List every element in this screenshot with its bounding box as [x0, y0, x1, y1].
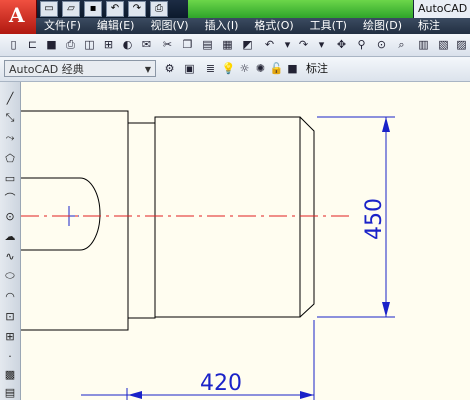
- zoom-window-icon[interactable]: ⊙: [374, 37, 389, 52]
- workspace-layer-toolbar: AutoCAD 经典 ▼ ⚙ ▣ ≣ 💡 ☼ ✺ 🔓 ■ 标注: [0, 57, 470, 82]
- layer-freeze-sun-icon[interactable]: ☼: [237, 61, 252, 76]
- autocad-logo: A: [9, 3, 25, 27]
- layer-color-swatch-icon[interactable]: ■: [285, 61, 300, 76]
- undo-icon[interactable]: ↶: [262, 37, 277, 52]
- new-file-icon[interactable]: ▭: [40, 1, 58, 17]
- menu-insert[interactable]: 插入(I): [197, 18, 247, 34]
- arc-icon[interactable]: ⌒: [2, 190, 18, 206]
- shaft-collar: [127, 122, 156, 319]
- block-editor-icon[interactable]: ◩: [240, 37, 255, 52]
- dim-text-horizontal[interactable]: 420: [200, 371, 242, 396]
- etransmit-icon[interactable]: ✉: [139, 37, 154, 52]
- workspace-settings-icon[interactable]: ⚙: [162, 61, 177, 76]
- new-icon[interactable]: ▯: [6, 37, 21, 52]
- menu-tools[interactable]: 工具(T): [302, 18, 355, 34]
- design-center-icon[interactable]: ▧: [436, 37, 451, 52]
- layer-manager-icon[interactable]: ≣: [203, 61, 218, 76]
- pan-icon[interactable]: ✥: [334, 37, 349, 52]
- publish-icon[interactable]: ⊞: [101, 37, 116, 52]
- plot-preview-icon[interactable]: ◫: [82, 37, 97, 52]
- standard-toolbar: ▯ ⊏ ■ ⎙ ◫ ⊞ ◐ ✉ ✂ ❐ ▤ ▦ ◩ ↶ ▾ ↷ ▾ ✥ ⚲ ⊙ …: [0, 34, 470, 57]
- ellipse-icon[interactable]: ⬭: [2, 268, 18, 284]
- circle-icon[interactable]: ⊙: [2, 208, 18, 224]
- make-block-icon[interactable]: ⊞: [2, 328, 18, 344]
- dim-text-vertical[interactable]: 450: [362, 198, 387, 240]
- menu-draw[interactable]: 绘图(D): [355, 18, 410, 34]
- zoom-previous-icon[interactable]: ⌕: [394, 37, 409, 52]
- chevron-down-icon: ▼: [144, 65, 152, 74]
- dim-arrow-top: [382, 117, 390, 132]
- open-file-icon[interactable]: ▱: [62, 1, 80, 17]
- spline-icon[interactable]: ∿: [2, 248, 18, 264]
- construction-line-icon[interactable]: ⤡: [2, 110, 18, 126]
- menu-bar: 文件(F) 编辑(E) 视图(V) 插入(I) 格式(O) 工具(T) 绘图(D…: [36, 18, 470, 34]
- undo-icon[interactable]: ↶: [106, 1, 124, 17]
- point-icon[interactable]: ·: [2, 348, 18, 364]
- open-icon[interactable]: ⊏: [25, 37, 40, 52]
- polygon-icon[interactable]: ⬠: [2, 150, 18, 166]
- dim-arrow-bottom: [382, 302, 390, 317]
- plot-icon[interactable]: ⎙: [150, 1, 168, 17]
- dim-arrow-right: [300, 391, 314, 399]
- properties-icon[interactable]: ▥: [416, 37, 431, 52]
- polyline-icon[interactable]: ⤳: [2, 130, 18, 146]
- shaft-chamfer-end: [299, 116, 315, 318]
- insert-block-icon[interactable]: ⊡: [2, 308, 18, 324]
- tool-palettes-icon[interactable]: ▨: [454, 37, 469, 52]
- workspace-save-icon[interactable]: ▣: [182, 61, 197, 76]
- print-icon[interactable]: ⎙: [63, 37, 78, 52]
- menu-dimension[interactable]: 标注: [410, 18, 448, 34]
- draw-toolbar: ╱ ⤡ ⤳ ⬠ ▭ ⌒ ⊙ ☁ ∿ ⬭ ◠ ⊡ ⊞ · ▩ ▤: [0, 82, 21, 400]
- redo-dropdown-icon[interactable]: ▾: [314, 37, 329, 52]
- application-menu-button[interactable]: A: [0, 0, 37, 34]
- 3d-dwf-icon[interactable]: ◐: [120, 37, 135, 52]
- menu-file[interactable]: 文件(F): [36, 18, 89, 34]
- menu-edit[interactable]: 编辑(E): [89, 18, 143, 34]
- shaft-left-body: [21, 110, 129, 331]
- quick-access-toolbar: ▭ ▱ ▪ ↶ ↷ ⎙: [40, 1, 168, 17]
- layer-lock-icon[interactable]: 🔓: [269, 61, 284, 76]
- gradient-icon[interactable]: ▤: [2, 384, 18, 400]
- redo-icon[interactable]: ↷: [128, 1, 146, 17]
- hatch-icon[interactable]: ▩: [2, 366, 18, 382]
- zoom-realtime-icon[interactable]: ⚲: [354, 37, 369, 52]
- drawing-svg: 450 420: [21, 110, 395, 400]
- workspace-selected: AutoCAD 经典: [9, 63, 84, 76]
- rectangle-icon[interactable]: ▭: [2, 170, 18, 186]
- save-icon[interactable]: ■: [44, 37, 59, 52]
- paste-icon[interactable]: ▤: [200, 37, 215, 52]
- layer-on-bulb-icon[interactable]: 💡: [221, 61, 236, 76]
- layer-viewport-freeze-icon[interactable]: ✺: [253, 61, 268, 76]
- redo-icon[interactable]: ↷: [296, 37, 311, 52]
- line-icon[interactable]: ╱: [2, 90, 18, 106]
- save-icon[interactable]: ▪: [84, 1, 102, 17]
- title-bar-decoration: [188, 0, 413, 18]
- app-title: AutoCAD: [414, 0, 470, 18]
- copy-icon[interactable]: ❐: [180, 37, 195, 52]
- cut-icon[interactable]: ✂: [160, 37, 175, 52]
- ellipse-arc-icon[interactable]: ◠: [2, 288, 18, 304]
- menu-format[interactable]: 格式(O): [246, 18, 301, 34]
- keyway-slot: [21, 177, 101, 251]
- drawing-canvas[interactable]: 450 420: [21, 82, 470, 400]
- undo-dropdown-icon[interactable]: ▾: [280, 37, 295, 52]
- revision-cloud-icon[interactable]: ☁: [2, 228, 18, 244]
- match-properties-icon[interactable]: ▦: [220, 37, 235, 52]
- current-layer-name[interactable]: 标注: [306, 61, 328, 77]
- shaft-main-body: [154, 116, 301, 318]
- workspace-dropdown[interactable]: AutoCAD 经典 ▼: [4, 60, 156, 77]
- menu-view[interactable]: 视图(V): [142, 18, 196, 34]
- dim-arrow-left: [128, 391, 142, 399]
